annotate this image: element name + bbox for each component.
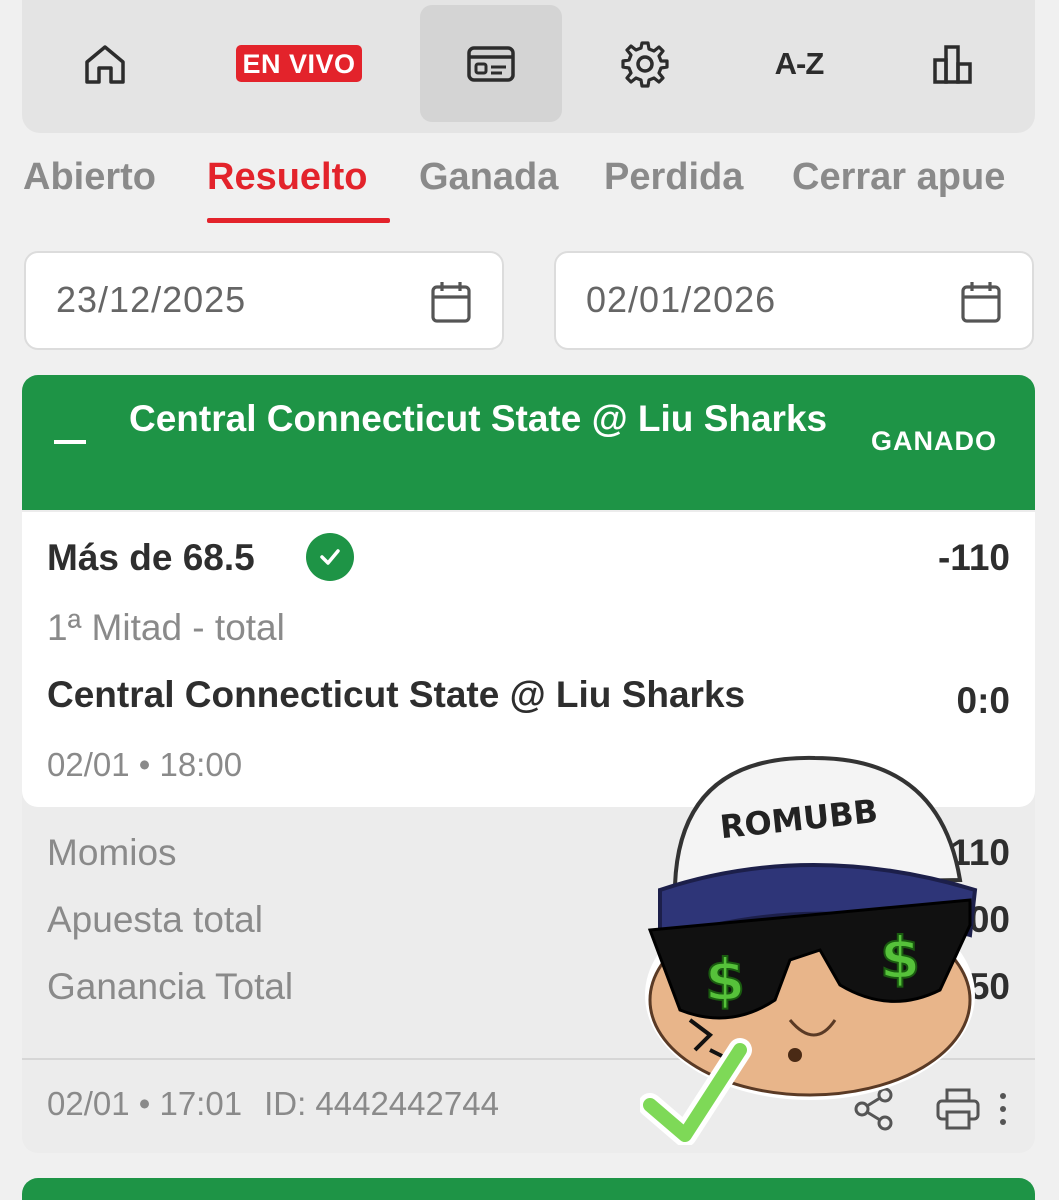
tab-abierto[interactable]: Abierto <box>23 156 156 199</box>
tab-perdida[interactable]: Perdida <box>604 156 743 199</box>
bet-card-header[interactable]: Central Connecticut State @ Liu Sharks G… <box>22 375 1035 510</box>
active-tab-indicator <box>207 218 390 223</box>
placed-time: 02/01 • 17:01 <box>47 1085 243 1122</box>
tab-ganada[interactable]: Ganada <box>419 156 558 199</box>
date-to-value: 02/01/2026 <box>586 279 777 320</box>
profit-label: Ganancia Total <box>47 966 294 1007</box>
ticket-icon <box>467 45 515 82</box>
home-icon <box>85 44 125 84</box>
collapse-icon[interactable] <box>54 440 86 444</box>
nav-home[interactable] <box>34 5 176 122</box>
selection-name: Más de 68.5 <box>47 537 255 578</box>
selection-odds: -110 <box>937 537 1010 578</box>
next-bet-card-header[interactable] <box>22 1178 1035 1200</box>
svg-text:$: $ <box>880 924 920 992</box>
nav-live[interactable]: EN VIVO <box>228 5 370 122</box>
event-name: Central Connecticut State @ Liu Sharks <box>47 674 746 715</box>
svg-text:$: $ <box>705 946 745 1014</box>
az-label: A-Z <box>774 45 825 81</box>
bet-status-badge: GANADO <box>871 426 997 456</box>
check-icon <box>306 533 354 581</box>
bet-footer-meta: 02/01 • 17:01 ID: 4442442744 <box>47 1085 499 1123</box>
date-from-field[interactable]: 23/12/2025 <box>24 251 504 350</box>
nav-my-bets[interactable] <box>420 5 562 122</box>
date-to-field[interactable]: 02/01/2026 <box>554 251 1034 350</box>
gear-icon <box>621 40 669 88</box>
stats-icon <box>933 44 972 84</box>
calendar-icon <box>431 282 471 323</box>
bet-id: ID: 4442442744 <box>264 1085 499 1122</box>
event-time: 02/01 • 18:00 <box>47 746 243 783</box>
tab-cerrar-apuesta[interactable]: Cerrar apue <box>792 156 1005 199</box>
live-badge: EN VIVO <box>236 45 362 82</box>
stake-label: Apuesta total <box>47 899 263 940</box>
bet-status-tabs: Abierto Resuelto Ganada Perdida Cerrar a… <box>0 150 1059 230</box>
date-from-value: 23/12/2025 <box>56 279 247 320</box>
calendar-icon <box>961 282 1001 323</box>
event-score: 0:0 <box>956 680 1010 721</box>
top-navigation: EN VIVO A-Z <box>22 0 1035 133</box>
momios-label: Momios <box>47 832 177 873</box>
market-name: 1ª Mitad - total <box>47 607 285 648</box>
nav-az[interactable]: A-Z <box>728 5 870 122</box>
more-options-icon[interactable] <box>998 1091 1008 1127</box>
bet-title: Central Connecticut State @ Liu Sharks <box>129 398 828 439</box>
nav-settings[interactable] <box>574 5 716 122</box>
nav-stats[interactable] <box>882 5 1024 122</box>
romubb-sticker: ROMUBB $ $ <box>640 755 978 1145</box>
tab-resuelto[interactable]: Resuelto <box>207 156 367 199</box>
